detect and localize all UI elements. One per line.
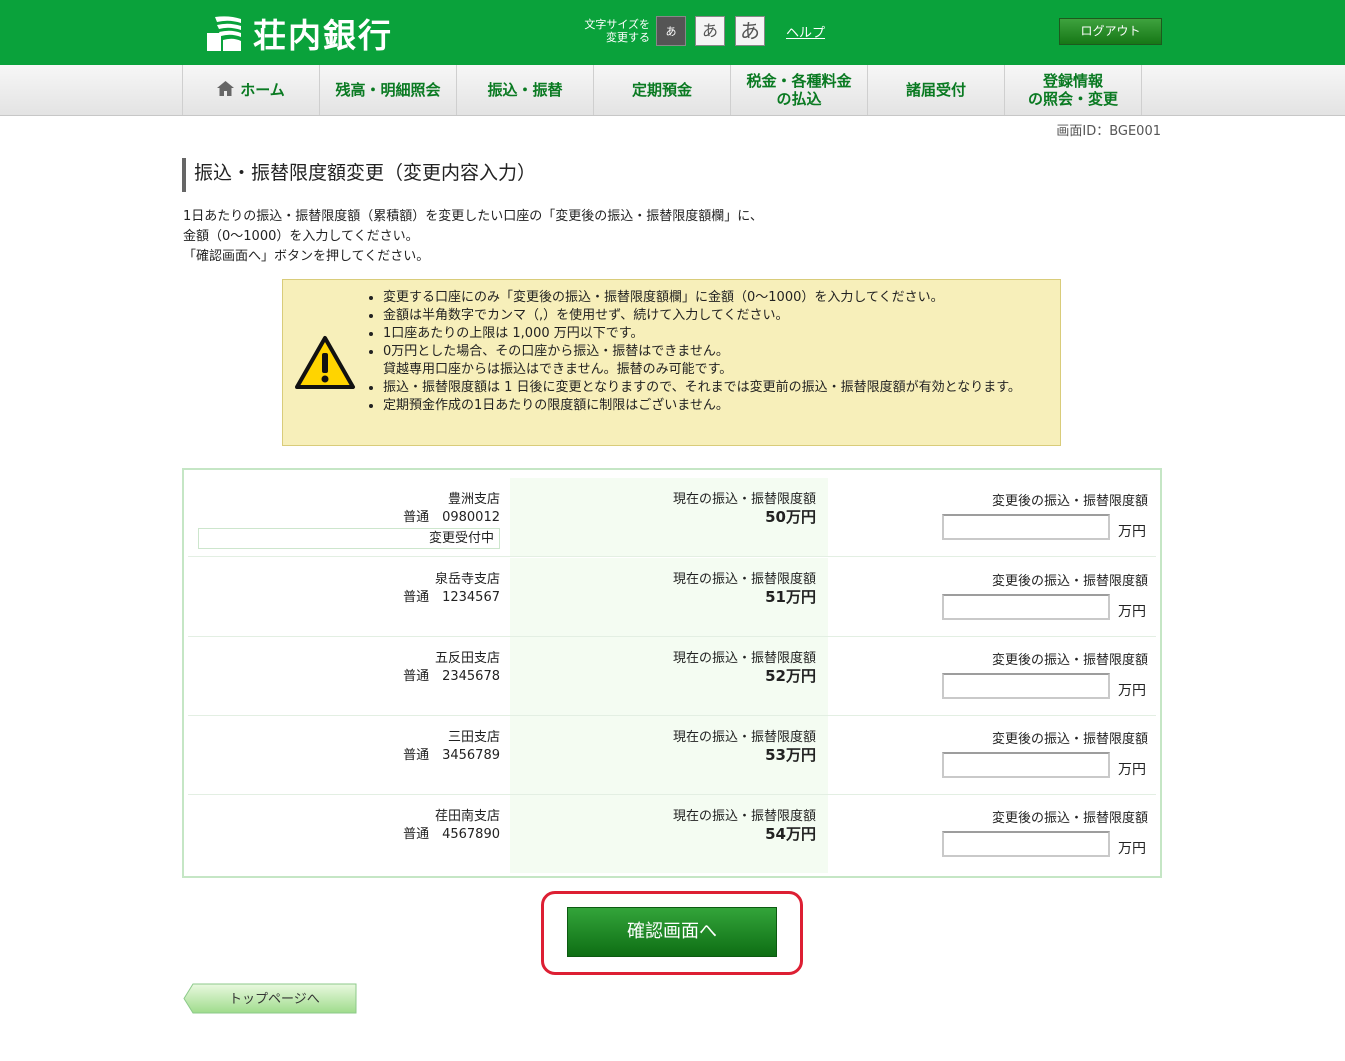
- limit-table: 豊洲支店 普通 0980012 変更受付中 現在の振込・振替限度額 50万円 変…: [182, 468, 1162, 878]
- current-limit-label: 現在の振込・振替限度額: [672, 730, 816, 745]
- current-limit-label: 現在の振込・振替限度額: [672, 492, 816, 507]
- new-limit-input[interactable]: [942, 514, 1110, 540]
- new-limit-label: 変更後の振込・振替限度額: [991, 494, 1148, 509]
- screen-id: 画面ID：BGE001: [1056, 124, 1161, 139]
- nav-item-time-deposit[interactable]: 定期預金: [594, 65, 731, 115]
- table-row: 三田支店 普通 3456789 現在の振込・振替限度額 53万円 変更後の振込・…: [188, 716, 1156, 795]
- nav-item-applications[interactable]: 諸届受付: [868, 65, 1005, 115]
- account-number: 普通 4567890: [403, 827, 500, 842]
- font-size-small-button[interactable]: あ: [656, 16, 686, 46]
- nav-item-tax-payment[interactable]: 税金・各種料金 の払込: [731, 65, 868, 115]
- notice-item: 金額は半角数字でカンマ（,）を使用せず、続けて入力してください。: [383, 307, 1058, 325]
- nav-item-transfer[interactable]: 振込・振替: [457, 65, 594, 115]
- account-number: 普通 0980012: [403, 510, 500, 525]
- current-limit-value: 52万円: [765, 667, 816, 685]
- current-limit-value: 53万円: [765, 746, 816, 764]
- account-number: 普通 1234567: [403, 590, 500, 605]
- notice-list: 変更する口座にのみ「変更後の振込・振替限度額欄」に金額（0～1000）を入力して…: [363, 289, 1058, 415]
- unit-label: 万円: [1118, 524, 1146, 540]
- current-limit-label: 現在の振込・振替限度額: [672, 651, 816, 666]
- current-limit-value: 54万円: [765, 825, 816, 843]
- top-page-label: トップページへ: [229, 992, 320, 1007]
- bank-name: 荘内銀行: [253, 16, 393, 55]
- font-size-large-button[interactable]: あ: [735, 16, 765, 46]
- help-link[interactable]: ヘルプ: [786, 22, 825, 41]
- branch-name: 荏田南支店: [434, 809, 500, 824]
- notice-item: 変更する口座にのみ「変更後の振込・振替限度額欄」に金額（0～1000）を入力して…: [383, 289, 1058, 307]
- table-row: 荏田南支店 普通 4567890 現在の振込・振替限度額 54万円 変更後の振込…: [188, 795, 1156, 873]
- home-icon: [217, 80, 235, 100]
- notice-item: 1口座あたりの上限は 1,000 万円以下です。: [383, 325, 1058, 343]
- bank-logo[interactable]: 荘内銀行: [205, 12, 393, 55]
- new-limit-input[interactable]: [942, 752, 1110, 778]
- bank-logo-icon: [205, 13, 243, 53]
- unit-label: 万円: [1118, 683, 1146, 699]
- account-number: 普通 3456789: [403, 748, 500, 763]
- current-limit-label: 現在の振込・振替限度額: [672, 572, 816, 587]
- unit-label: 万円: [1118, 841, 1146, 857]
- header-bar: 荘内銀行 文字サイズを 変更する あ あ あ ヘルプ ログアウト: [0, 0, 1345, 65]
- new-limit-label: 変更後の振込・振替限度額: [991, 574, 1148, 589]
- notice-item: 振込・振替限度額は 1 日後に変更となりますので、それまでは変更前の振込・振替限…: [383, 379, 1058, 397]
- nav-item-home[interactable]: ホーム: [183, 65, 320, 115]
- branch-name: 豊洲支店: [447, 492, 500, 507]
- new-limit-input[interactable]: [942, 831, 1110, 857]
- notice-item: 0万円とした場合、その口座から振込・振替はできません。 貸越専用口座からは振込は…: [383, 343, 1058, 379]
- branch-name: 三田支店: [447, 730, 500, 745]
- confirm-button[interactable]: 確認画面へ: [567, 907, 777, 957]
- table-row: 五反田支店 普通 2345678 現在の振込・振替限度額 52万円 変更後の振込…: [188, 637, 1156, 716]
- unit-label: 万円: [1118, 762, 1146, 778]
- branch-name: 五反田支店: [434, 651, 500, 666]
- notice-item: 定期預金作成の1日あたりの限度額に制限はございません。: [383, 397, 1058, 415]
- current-limit-value: 51万円: [765, 588, 816, 606]
- new-limit-input[interactable]: [942, 673, 1110, 699]
- notice-box: 変更する口座にのみ「変更後の振込・振替限度額欄」に金額（0～1000）を入力して…: [282, 279, 1061, 446]
- table-row: 泉岳寺支店 普通 1234567 現在の振込・振替限度額 51万円 変更後の振込…: [188, 558, 1156, 637]
- font-size-label: 文字サイズを 変更する: [584, 18, 650, 44]
- table-row: 豊洲支店 普通 0980012 変更受付中 現在の振込・振替限度額 50万円 変…: [188, 478, 1156, 557]
- branch-name: 泉岳寺支店: [434, 572, 500, 587]
- page-title: 振込・振替限度額変更（変更内容入力）: [182, 158, 536, 192]
- new-limit-label: 変更後の振込・振替限度額: [991, 732, 1148, 747]
- unit-label: 万円: [1118, 604, 1146, 620]
- status-badge: 変更受付中: [198, 528, 500, 549]
- main-nav: ホーム 残高・明細照会 振込・振替 定期預金 税金・各種料金 の払込 諸届受付 …: [0, 65, 1345, 116]
- logout-button[interactable]: ログアウト: [1059, 18, 1162, 45]
- new-limit-label: 変更後の振込・振替限度額: [991, 653, 1148, 668]
- warning-icon: [294, 335, 356, 395]
- page-intro: 1日あたりの振込・振替限度額（累積額）を変更したい口座の「変更後の振込・振替限度…: [183, 209, 763, 264]
- account-number: 普通 2345678: [403, 669, 500, 684]
- current-limit-label: 現在の振込・振替限度額: [672, 809, 816, 824]
- new-limit-input[interactable]: [942, 594, 1110, 620]
- font-size-medium-button[interactable]: あ: [695, 16, 725, 46]
- nav-item-balance[interactable]: 残高・明細照会: [320, 65, 457, 115]
- nav-item-registration[interactable]: 登録情報 の照会・変更: [1005, 65, 1142, 115]
- current-limit-value: 50万円: [765, 508, 816, 526]
- new-limit-label: 変更後の振込・振替限度額: [991, 811, 1148, 826]
- top-page-button[interactable]: トップページへ: [183, 983, 357, 1014]
